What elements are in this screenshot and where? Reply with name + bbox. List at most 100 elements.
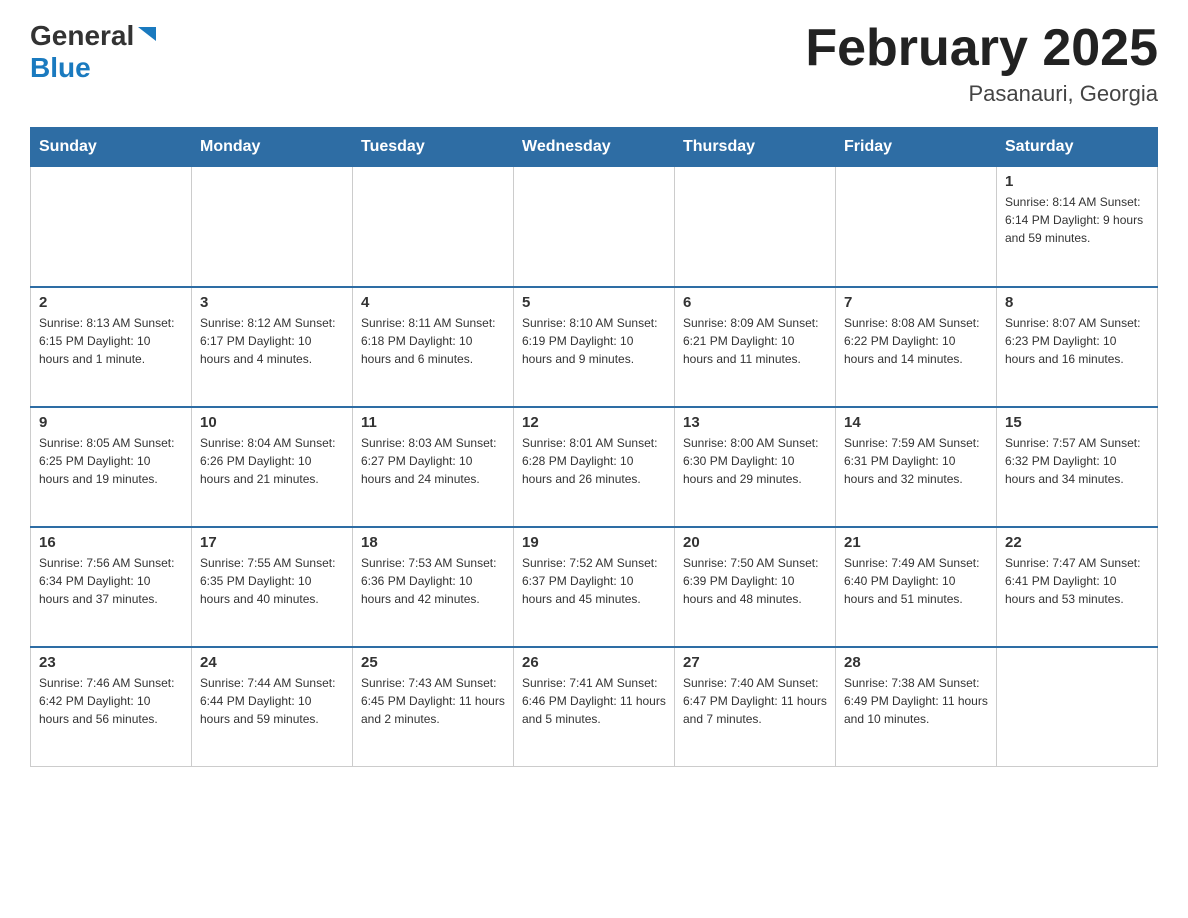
day-number: 10: [200, 414, 344, 431]
day-info: Sunrise: 8:03 AM Sunset: 6:27 PM Dayligh…: [361, 434, 505, 488]
day-number: 20: [683, 534, 827, 551]
day-info: Sunrise: 7:53 AM Sunset: 6:36 PM Dayligh…: [361, 554, 505, 608]
day-cell: 8 Sunrise: 8:07 AM Sunset: 6:23 PM Daylig…: [997, 287, 1158, 407]
day-info: Sunrise: 8:04 AM Sunset: 6:26 PM Dayligh…: [200, 434, 344, 488]
header-monday: Monday: [192, 128, 353, 167]
calendar-subtitle: Pasanauri, Georgia: [805, 81, 1158, 107]
day-cell: [192, 167, 353, 287]
day-info: Sunrise: 7:57 AM Sunset: 6:32 PM Dayligh…: [1005, 434, 1149, 488]
day-info: Sunrise: 7:55 AM Sunset: 6:35 PM Dayligh…: [200, 554, 344, 608]
day-number: 17: [200, 534, 344, 551]
day-info: Sunrise: 7:49 AM Sunset: 6:40 PM Dayligh…: [844, 554, 988, 608]
page-header: General Blue February 2025 Pasanauri, Ge…: [30, 20, 1158, 107]
day-info: Sunrise: 7:46 AM Sunset: 6:42 PM Dayligh…: [39, 674, 183, 728]
day-cell: 1 Sunrise: 8:14 AM Sunset: 6:14 PM Daylig…: [997, 167, 1158, 287]
day-info: Sunrise: 7:50 AM Sunset: 6:39 PM Dayligh…: [683, 554, 827, 608]
day-number: 15: [1005, 414, 1149, 431]
day-info: Sunrise: 8:12 AM Sunset: 6:17 PM Dayligh…: [200, 314, 344, 368]
day-info: Sunrise: 8:09 AM Sunset: 6:21 PM Dayligh…: [683, 314, 827, 368]
day-number: 6: [683, 294, 827, 311]
header-tuesday: Tuesday: [353, 128, 514, 167]
day-number: 7: [844, 294, 988, 311]
day-info: Sunrise: 8:07 AM Sunset: 6:23 PM Dayligh…: [1005, 314, 1149, 368]
week-row-3: 9 Sunrise: 8:05 AM Sunset: 6:25 PM Daylig…: [31, 407, 1158, 527]
day-number: 1: [1005, 173, 1149, 190]
day-info: Sunrise: 7:52 AM Sunset: 6:37 PM Dayligh…: [522, 554, 666, 608]
calendar-title: February 2025: [805, 20, 1158, 77]
day-cell: 15 Sunrise: 7:57 AM Sunset: 6:32 PM Dayli…: [997, 407, 1158, 527]
day-cell: 16Sunrise: 7:56 AM Sunset: 6:34 PM Dayli…: [31, 527, 192, 647]
day-cell: 9 Sunrise: 8:05 AM Sunset: 6:25 PM Daylig…: [31, 407, 192, 527]
day-info: Sunrise: 8:05 AM Sunset: 6:25 PM Dayligh…: [39, 434, 183, 488]
day-cell: 23 Sunrise: 7:46 AM Sunset: 6:42 PM Dayli…: [31, 647, 192, 767]
day-cell: 25Sunrise: 7:43 AM Sunset: 6:45 PM Dayli…: [353, 647, 514, 767]
day-info: Sunrise: 8:01 AM Sunset: 6:28 PM Dayligh…: [522, 434, 666, 488]
title-block: February 2025 Pasanauri, Georgia: [805, 20, 1158, 107]
day-info: Sunrise: 7:43 AM Sunset: 6:45 PM Dayligh…: [361, 674, 505, 728]
day-cell: 22 Sunrise: 7:47 AM Sunset: 6:41 PM Dayli…: [997, 527, 1158, 647]
day-number: 24: [200, 654, 344, 671]
logo: General Blue: [30, 20, 158, 84]
logo-general-text: General: [30, 20, 134, 52]
day-cell: 2Sunrise: 8:13 AM Sunset: 6:15 PM Daylig…: [31, 287, 192, 407]
week-row-2: 2Sunrise: 8:13 AM Sunset: 6:15 PM Daylig…: [31, 287, 1158, 407]
day-number: 27: [683, 654, 827, 671]
day-cell: 12 Sunrise: 8:01 AM Sunset: 6:28 PM Dayli…: [514, 407, 675, 527]
day-cell: [836, 167, 997, 287]
day-cell: 10 Sunrise: 8:04 AM Sunset: 6:26 PM Dayli…: [192, 407, 353, 527]
header-saturday: Saturday: [997, 128, 1158, 167]
day-cell: 28Sunrise: 7:38 AM Sunset: 6:49 PM Dayli…: [836, 647, 997, 767]
day-number: 21: [844, 534, 988, 551]
day-cell: 18 Sunrise: 7:53 AM Sunset: 6:36 PM Dayli…: [353, 527, 514, 647]
day-number: 9: [39, 414, 183, 431]
day-number: 8: [1005, 294, 1149, 311]
day-cell: 3Sunrise: 8:12 AM Sunset: 6:17 PM Daylig…: [192, 287, 353, 407]
header-friday: Friday: [836, 128, 997, 167]
header-thursday: Thursday: [675, 128, 836, 167]
day-cell: 4Sunrise: 8:11 AM Sunset: 6:18 PM Daylig…: [353, 287, 514, 407]
calendar-header-row: SundayMondayTuesdayWednesdayThursdayFrid…: [31, 128, 1158, 167]
day-cell: 14 Sunrise: 7:59 AM Sunset: 6:31 PM Dayli…: [836, 407, 997, 527]
day-cell: 6 Sunrise: 8:09 AM Sunset: 6:21 PM Daylig…: [675, 287, 836, 407]
day-cell: [353, 167, 514, 287]
day-cell: 24 Sunrise: 7:44 AM Sunset: 6:44 PM Dayli…: [192, 647, 353, 767]
day-cell: 26 Sunrise: 7:41 AM Sunset: 6:46 PM Dayli…: [514, 647, 675, 767]
day-number: 11: [361, 414, 505, 431]
day-info: Sunrise: 7:40 AM Sunset: 6:47 PM Dayligh…: [683, 674, 827, 728]
day-info: Sunrise: 7:56 AM Sunset: 6:34 PM Dayligh…: [39, 554, 183, 608]
day-cell: [997, 647, 1158, 767]
header-sunday: Sunday: [31, 128, 192, 167]
day-cell: 7 Sunrise: 8:08 AM Sunset: 6:22 PM Daylig…: [836, 287, 997, 407]
logo-triangle-icon: [136, 23, 158, 45]
calendar-table: SundayMondayTuesdayWednesdayThursdayFrid…: [30, 127, 1158, 767]
day-info: Sunrise: 8:08 AM Sunset: 6:22 PM Dayligh…: [844, 314, 988, 368]
day-number: 5: [522, 294, 666, 311]
day-cell: 17 Sunrise: 7:55 AM Sunset: 6:35 PM Dayli…: [192, 527, 353, 647]
day-number: 12: [522, 414, 666, 431]
day-number: 14: [844, 414, 988, 431]
day-number: 2: [39, 294, 183, 311]
week-row-1: 1 Sunrise: 8:14 AM Sunset: 6:14 PM Daylig…: [31, 167, 1158, 287]
day-info: Sunrise: 7:59 AM Sunset: 6:31 PM Dayligh…: [844, 434, 988, 488]
day-cell: 27 Sunrise: 7:40 AM Sunset: 6:47 PM Dayli…: [675, 647, 836, 767]
week-row-4: 16Sunrise: 7:56 AM Sunset: 6:34 PM Dayli…: [31, 527, 1158, 647]
week-row-5: 23 Sunrise: 7:46 AM Sunset: 6:42 PM Dayli…: [31, 647, 1158, 767]
day-info: Sunrise: 7:41 AM Sunset: 6:46 PM Dayligh…: [522, 674, 666, 728]
day-info: Sunrise: 8:11 AM Sunset: 6:18 PM Dayligh…: [361, 314, 505, 368]
day-info: Sunrise: 8:14 AM Sunset: 6:14 PM Dayligh…: [1005, 193, 1149, 247]
header-wednesday: Wednesday: [514, 128, 675, 167]
day-cell: [675, 167, 836, 287]
day-cell: [514, 167, 675, 287]
day-number: 23: [39, 654, 183, 671]
day-number: 19: [522, 534, 666, 551]
day-cell: [31, 167, 192, 287]
day-number: 13: [683, 414, 827, 431]
day-number: 26: [522, 654, 666, 671]
day-info: Sunrise: 7:44 AM Sunset: 6:44 PM Dayligh…: [200, 674, 344, 728]
day-cell: 11 Sunrise: 8:03 AM Sunset: 6:27 PM Dayli…: [353, 407, 514, 527]
logo-blue-text: Blue: [30, 52, 91, 83]
day-info: Sunrise: 7:47 AM Sunset: 6:41 PM Dayligh…: [1005, 554, 1149, 608]
day-cell: 19 Sunrise: 7:52 AM Sunset: 6:37 PM Dayli…: [514, 527, 675, 647]
day-number: 18: [361, 534, 505, 551]
day-number: 22: [1005, 534, 1149, 551]
